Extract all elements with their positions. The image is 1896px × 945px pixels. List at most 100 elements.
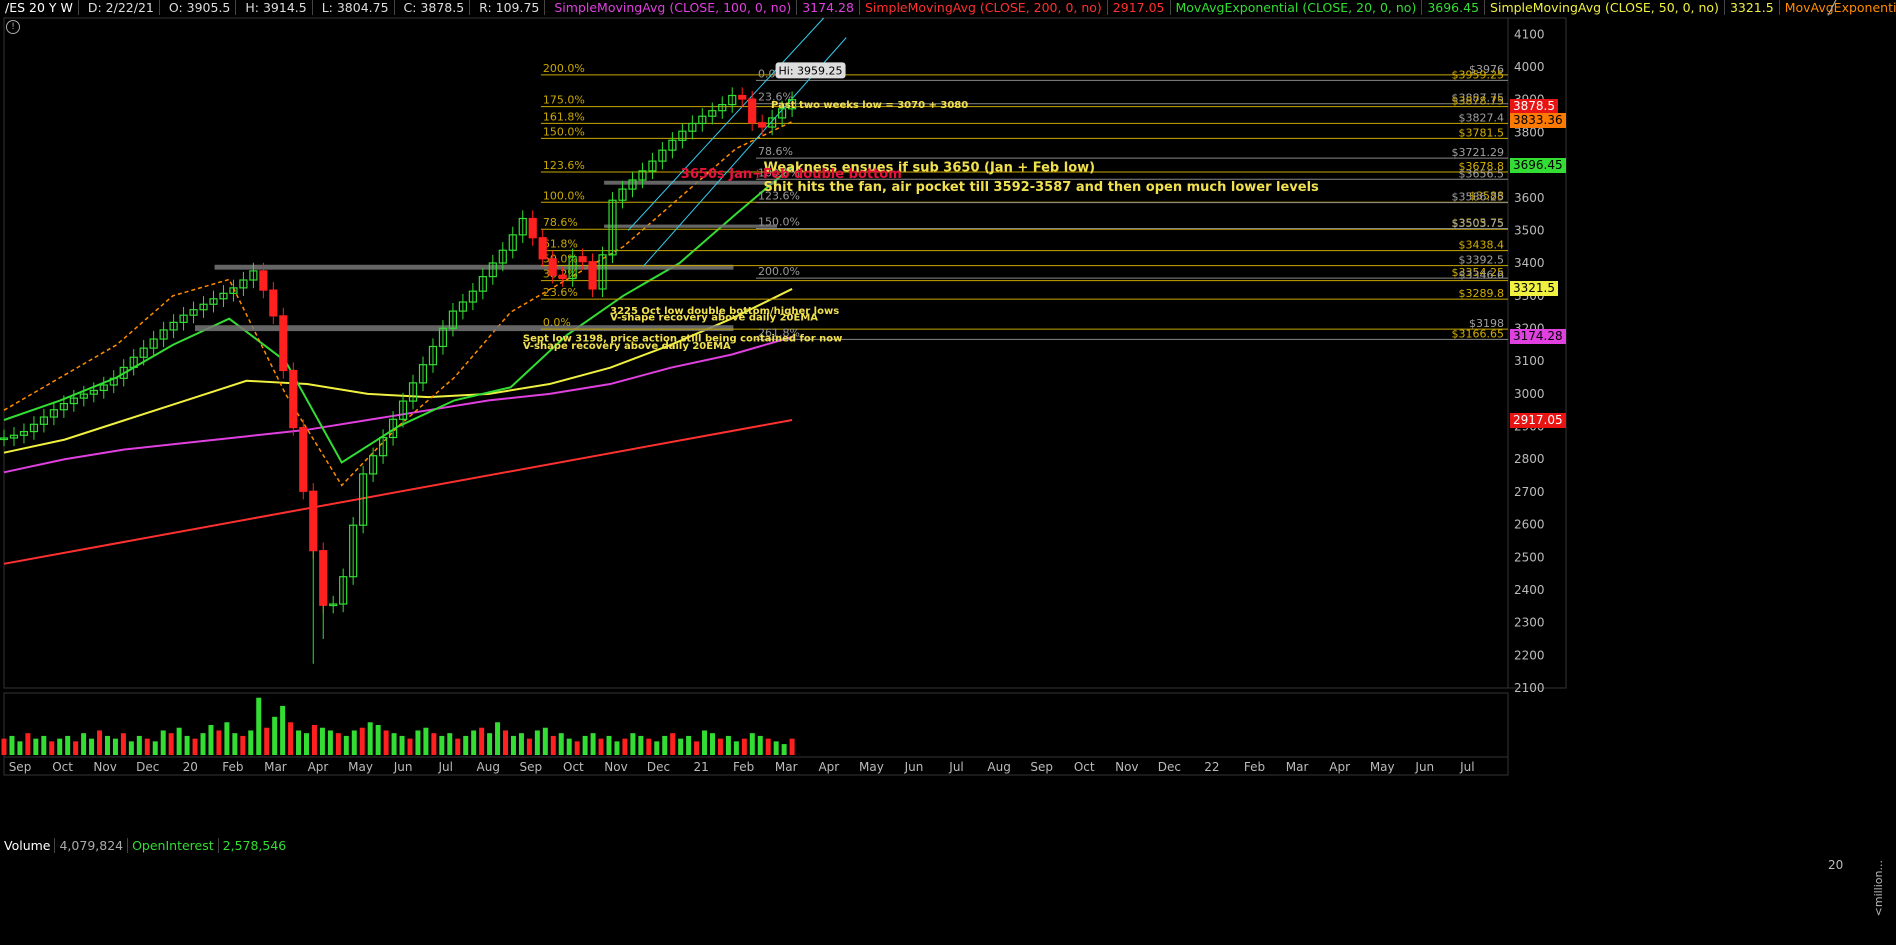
y-tick-label: 2400 [1514,583,1545,597]
hi-label: Hi: 3959.25 [779,64,843,77]
volume-bar [678,738,684,755]
volume-bar [375,725,381,755]
axis-price-pill: 2917.05 [1510,412,1566,428]
x-tick-label: Jun [393,760,413,774]
volume-bar [606,735,612,755]
volume-bar [248,730,254,755]
volume-value: 4,079,824 [54,838,124,853]
volume-axis-unit: <million... [1872,860,1885,917]
volume-bar [288,722,294,755]
draw-tool-icon[interactable]: ╱ [1828,0,1850,16]
axis-price-pill: 3878.5 [1510,98,1558,114]
x-tick-label: 20 [183,760,198,774]
volume-bar [622,738,628,755]
x-tick-label: Nov [604,760,627,774]
x-tick-label: Jun [1414,760,1434,774]
volume-bar [518,733,524,755]
volume-plot-frame [3,692,1509,758]
volume-bar [120,733,126,755]
y-tick-label: 3600 [1514,191,1545,205]
x-tick-label: Nov [93,760,116,774]
volume-bar [725,735,731,755]
fib-pct-label: 100.0% [543,189,585,202]
volume-bar [184,735,190,755]
x-tick-label: Jul [948,760,963,774]
volume-bar [495,722,501,755]
volume-bar [168,733,174,755]
y-tick-label: 4000 [1514,60,1545,74]
y-tick-label: 3500 [1514,223,1545,237]
volume-bar [264,727,270,755]
x-tick-label: May [1370,760,1395,774]
x-tick-label: Oct [563,760,584,774]
y-tick-label: 2100 [1514,681,1545,695]
x-tick-label: May [348,760,373,774]
y-tick-label: 2300 [1514,616,1545,630]
volume-bar [49,741,55,755]
volume-bar [296,730,302,755]
y-tick-label: 4100 [1514,27,1545,41]
volume-bar [439,735,445,755]
volume-label: Volume [4,838,51,853]
x-tick-label: Feb [733,760,754,774]
volume-bar [566,738,572,755]
volume-bar [638,735,644,755]
volume-bar [41,735,47,755]
volume-bar [741,738,747,755]
volume-bar [534,730,540,755]
volume-bar [526,738,532,755]
fib-price-label: $3289.8 [1459,287,1505,300]
volume-bar [343,735,349,755]
volume-bar [749,733,755,755]
volume-bar [415,730,421,755]
volume-bar [304,733,310,755]
fib-price-label: $3656.5 [1459,167,1505,180]
fib-price-label: $3392.5 [1459,254,1505,267]
chart-annotation: Past two weeks low = 3070 + 3080 [771,100,968,111]
x-tick-label: Nov [1115,760,1138,774]
volume-bar [670,733,676,755]
volume-bar [272,716,278,755]
x-tick-label: Sep [1030,760,1053,774]
volume-bar [558,733,564,755]
candle-body [269,289,278,317]
volume-bar [662,735,668,755]
volume-bar [574,741,580,755]
volume-bar [550,735,556,755]
support-zone [195,325,734,332]
fib-pct-label: 175.0% [543,94,585,107]
x-tick-label: Dec [136,760,159,774]
volume-bar [57,738,63,755]
fib-price-label: $3878.75 [1452,95,1505,108]
volume-bar [367,722,373,755]
x-tick-label: 21 [693,760,708,774]
candle-body [758,122,767,128]
y-tick-label: 2700 [1514,485,1545,499]
volume-bar [136,735,142,755]
fib-pct-label-right: 78.6% [758,145,793,158]
info-icon[interactable]: ! [6,20,20,34]
candle-body [259,270,268,291]
volume-bar [686,735,692,755]
volume-axis-tick: 20 [1828,858,1844,872]
chart-annotation: Shit hits the fan, air pocket till 3592-… [764,180,1320,195]
x-tick-label: Jul [1459,760,1474,774]
fib-pct-label: 23.6% [543,286,578,299]
volume-bar [717,738,723,755]
x-tick-label: Feb [222,760,243,774]
volume-bar [709,733,715,755]
volume-bar [773,741,779,755]
volume-bar [335,733,341,755]
sma100-line [3,336,793,474]
volume-bar [216,730,222,755]
volume-bar [327,730,333,755]
candle-body [319,550,328,606]
volume-bar [590,733,596,755]
volume-bar [646,738,652,755]
x-tick-label: Mar [1286,760,1309,774]
volume-bar [200,733,206,755]
volume-bar [383,730,389,755]
candle-body [538,237,547,260]
candle-body [548,258,557,276]
price-chart[interactable]: 2100220023002400250026002700280029003000… [0,0,1896,945]
